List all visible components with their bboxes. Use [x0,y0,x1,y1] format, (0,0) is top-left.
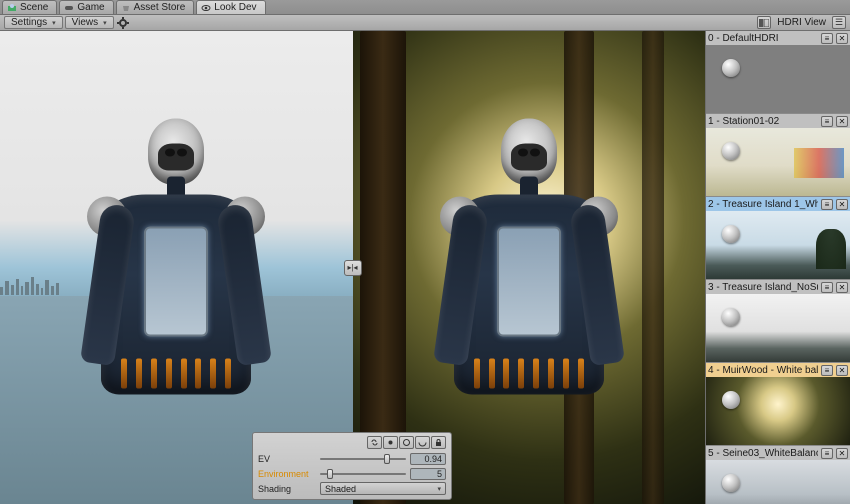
tab-scene[interactable]: Scene [2,0,57,14]
preview-sphere-icon [722,59,740,77]
tab-label: Look Dev [214,2,256,13]
hdri-thumbnail[interactable] [706,460,850,504]
ev-value[interactable]: 0.94 [410,453,446,465]
link-icon[interactable] [367,436,382,449]
shading-value: Shaded [325,484,356,494]
tab-label: Asset Store [134,2,186,13]
store-icon [121,3,131,13]
split-handle-glyph: ▸|◂ [347,263,357,272]
ev-label: EV [258,454,316,464]
views-dropdown[interactable]: Views [65,16,114,29]
hdri-item-close-icon[interactable]: ✕ [836,282,848,293]
shading-dropdown[interactable]: Shaded [320,482,446,495]
side-collapse-icon[interactable] [757,16,771,29]
sun-icon[interactable] [383,436,398,449]
hdri-item-close-icon[interactable]: ✕ [836,33,848,44]
hdri-item-name: 2 - Treasure Island 1_White balan [708,199,818,210]
hdri-item-name: 1 - Station01-02 [708,116,818,127]
tab-label: Scene [20,2,48,13]
hdri-item-menu-icon[interactable]: ≡ [821,199,833,210]
view-controls-iconrow [258,436,446,449]
settings-dropdown[interactable]: Settings [4,16,63,29]
hdri-item-menu-icon[interactable]: ≡ [821,282,833,293]
hdri-item-name: 4 - MuirWood - White balanced [708,365,818,376]
main-body: ▸|◂ EV 0.94 Environment [0,31,850,504]
toolbar: Settings Views HDRI View ☰ [0,15,850,31]
env-rot-icon[interactable] [415,436,430,449]
hdri-view-label: HDRI View [777,17,826,28]
hdri-item[interactable]: 5 - Seine03_WhiteBalanced≡✕ [706,446,850,504]
view-controls-panel: EV 0.94 Environment 5 Shading Shaded [252,432,452,500]
hdri-thumbnail[interactable] [706,377,850,445]
tab-asset-store[interactable]: Asset Store [116,0,195,14]
hdri-item-name: 3 - Treasure Island_NoSun - Whit [708,282,818,293]
hdri-item-name: 5 - Seine03_WhiteBalanced [708,448,818,459]
hdri-thumbnail[interactable] [706,294,850,362]
hdri-item-close-icon[interactable]: ✕ [836,199,848,210]
preview-sphere-icon [722,308,740,326]
hdri-item-close-icon[interactable]: ✕ [836,448,848,459]
tab-label: Game [77,2,104,13]
environment-label: Environment [258,469,316,479]
environment-slider[interactable] [320,470,406,478]
scene-icon [7,3,17,13]
hdri-thumbnail[interactable] [706,128,850,196]
hdri-item[interactable]: 1 - Station01-02≡✕ [706,114,850,197]
preview-model-left [86,119,266,429]
views-label: Views [72,17,99,28]
hdri-item-menu-icon[interactable]: ≡ [821,33,833,44]
hdri-list: 0 - DefaultHDRI≡✕1 - Station01-02≡✕2 - T… [706,31,850,504]
environment-value[interactable]: 5 [410,468,446,480]
split-handle[interactable]: ▸|◂ [344,260,362,276]
ev-slider[interactable] [320,455,406,463]
preview-sphere-icon [722,474,740,492]
shading-label: Shading [258,484,316,494]
preview-sphere-icon [722,225,740,243]
tab-bar: Scene Game Asset Store Look Dev [0,0,850,15]
eye-icon [201,3,211,13]
tab-game[interactable]: Game [59,0,113,14]
hdri-item-menu-icon[interactable]: ≡ [821,116,833,127]
hdri-item[interactable]: 4 - MuirWood - White balanced≡✕ [706,363,850,446]
preview-sphere-icon [722,142,740,160]
hdri-thumbnail[interactable] [706,211,850,279]
hdri-item-name: 0 - DefaultHDRI [708,33,818,44]
hdri-item[interactable]: 2 - Treasure Island 1_White balan≡✕ [706,197,850,280]
sphere-icon[interactable] [399,436,414,449]
hdri-item-menu-icon[interactable]: ≡ [821,448,833,459]
split-viewport[interactable]: ▸|◂ EV 0.94 Environment [0,31,705,504]
hdri-sidebar: 0 - DefaultHDRI≡✕1 - Station01-02≡✕2 - T… [705,31,850,504]
gear-icon[interactable] [116,16,130,30]
hdri-item-menu-icon[interactable]: ≡ [821,365,833,376]
hdri-item-close-icon[interactable]: ✕ [836,116,848,127]
preview-sphere-icon [722,391,740,409]
preview-model-right [439,119,619,429]
hdri-item[interactable]: 3 - Treasure Island_NoSun - Whit≡✕ [706,280,850,363]
game-icon [64,3,74,13]
hdri-item[interactable]: 0 - DefaultHDRI≡✕ [706,31,850,114]
tab-look-dev[interactable]: Look Dev [196,0,265,14]
hdri-item-close-icon[interactable]: ✕ [836,365,848,376]
panel-menu-icon[interactable]: ☰ [832,16,846,29]
hdri-thumbnail[interactable] [706,45,850,113]
lock-icon[interactable] [431,436,446,449]
settings-label: Settings [11,17,47,28]
